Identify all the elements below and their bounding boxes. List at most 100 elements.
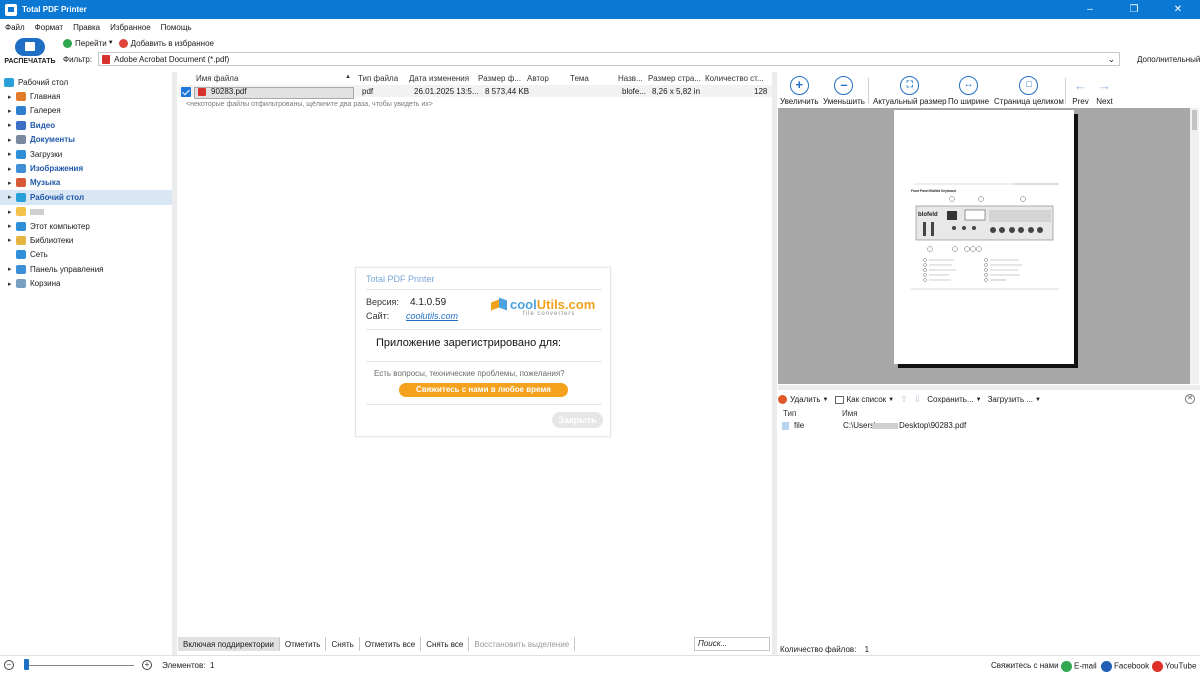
delete-button[interactable]: Удалить ▼ [778,395,829,404]
col-author[interactable]: Автор [527,74,549,83]
expand-caret-icon[interactable]: ▸ [8,107,12,115]
col-date[interactable]: Дата изменения [409,74,469,83]
menu-help[interactable]: Помощь [161,23,192,32]
expand-caret-icon[interactable]: ▸ [8,93,12,101]
about-title: Total PDF Printer [366,274,435,284]
close-dialog-button[interactable]: Закрыть [552,412,603,428]
tree-item[interactable]: ▸ Этот компьютер [0,219,172,233]
tree-item[interactable]: ▸ Музыка [0,176,172,190]
expand-caret-icon[interactable]: ▸ [8,136,12,144]
list-item[interactable]: file C:\Users\ Desktop\90283.pdf [778,420,1200,431]
expand-caret-icon[interactable]: ▸ [8,236,12,244]
fit-page-button[interactable]: □ Страница целиком [994,74,1064,106]
tree-item[interactable]: ▸ Галерея [0,104,172,118]
actual-size-button[interactable]: ⛶ Актуальный размер [873,74,947,106]
maximize-button[interactable]: ❐ [1112,0,1156,19]
view-as-list-button[interactable]: Как список ▼ [834,395,894,404]
expand-caret-icon[interactable]: ▸ [8,179,12,187]
goto-button[interactable]: Перейти ▼ [63,38,114,48]
filtered-note[interactable]: <некоторые файлы отфильтрованы, щёлкните… [186,101,433,108]
tree-item[interactable]: ▸ Документы [0,133,172,147]
fit-width-button[interactable]: ↔ По ширине [948,74,989,106]
tree-item[interactable]: ▸ Корзина [0,276,172,290]
tree-item[interactable]: ▸ Изображения [0,161,172,175]
facebook-link[interactable]: Facebook [1101,661,1149,672]
zoom-out-button[interactable]: – Уменьшить [823,74,865,106]
expand-caret-icon[interactable]: ▸ [8,121,12,129]
move-down-button[interactable]: ⇩ [914,394,922,405]
load-list-button[interactable]: Загрузить ... ▼ [988,395,1041,404]
splitter-left[interactable] [172,72,177,655]
save-list-button[interactable]: Сохранить... ▼ [927,395,981,404]
preview-scrollbar[interactable] [1190,108,1199,384]
youtube-link[interactable]: YouTube [1152,661,1196,672]
version-label: Версия: [366,297,399,307]
zoom-in-status-icon[interactable]: + [142,660,152,670]
menu-format[interactable]: Формат [35,23,63,32]
col-filetype[interactable]: Тип файла [358,74,398,83]
print-button[interactable]: РАСПЕЧАТАТЬ [3,38,57,68]
tree-item[interactable]: ▸ Видео [0,118,172,132]
toolbar-separator [1065,78,1066,104]
site-link[interactable]: coolutils.com [406,311,458,321]
splitter-right[interactable] [772,72,777,655]
expand-caret-icon[interactable]: ▸ [8,193,12,201]
contact-us-button[interactable]: Свяжитесь с нами в любое время [399,383,568,397]
search-input[interactable]: Поиск... [694,637,770,651]
table-row[interactable]: 90283.pdf pdf 26.01.2025 13:5... 8 573,4… [178,85,772,99]
expand-caret-icon[interactable]: ▸ [8,222,12,230]
col-type[interactable]: Тип [783,409,796,418]
tree-item[interactable]: Рабочий стол [0,75,172,89]
contact-us-link[interactable]: Свяжитесь с нами [991,661,1059,670]
col-title[interactable]: Назв... [618,74,643,83]
close-list-icon[interactable]: ✕ [1185,394,1195,404]
restore-selection-button[interactable]: Восстановить выделение [469,637,576,651]
menu-edit[interactable]: Правка [73,23,100,32]
prev-page-button[interactable]: ← Prev [1071,74,1090,106]
move-up-button[interactable]: ⇧ [900,394,908,405]
expand-caret-icon[interactable]: ▸ [8,280,12,288]
zoom-slider[interactable] [24,665,134,666]
expand-caret-icon[interactable]: ▸ [8,150,12,158]
scrollbar-thumb[interactable] [1192,110,1197,130]
menu-favorites[interactable]: Избранное [110,23,151,32]
additional-filter-link[interactable]: Дополнительный [1137,55,1200,64]
mark-button[interactable]: Отметить [280,637,327,651]
col-filename[interactable]: Имя файла [196,74,238,83]
tree-item[interactable]: ▸ [0,205,172,219]
view-as-list-label: Как список [846,395,887,404]
email-link[interactable]: E-mail [1061,661,1097,672]
tree-item[interactable]: ▸ Библиотеки [0,233,172,247]
tree-item[interactable]: ▸ Рабочий стол [0,190,172,205]
expand-caret-icon[interactable]: ▸ [8,265,12,273]
col-size[interactable]: Размер ф... [478,74,521,83]
zoom-slider-thumb[interactable] [24,659,29,670]
mark-all-button[interactable]: Отметить все [360,637,422,651]
row-checkbox[interactable] [181,87,191,97]
unmark-button[interactable]: Снять [326,637,360,651]
include-subdirs-button[interactable]: Включая поддиректории [178,637,280,651]
expand-caret-icon[interactable]: ▸ [8,208,12,216]
col-name[interactable]: Имя [842,409,858,418]
tree-item[interactable]: ▸ Загрузки [0,147,172,161]
next-page-button[interactable]: → Next [1095,74,1114,106]
save-list-label: Сохранить... [927,395,974,404]
minimize-button[interactable]: – [1068,0,1112,19]
expand-caret-icon[interactable]: ▸ [8,165,12,173]
close-window-button[interactable]: ✕ [1156,0,1200,19]
tree-item[interactable]: ▸ Главная [0,89,172,103]
menu-file[interactable]: Файл [5,23,25,32]
col-pages[interactable]: Количество ст... [705,74,764,83]
add-favorite-button[interactable]: Добавить в избранное [118,38,214,48]
zoom-out-status-icon[interactable]: – [4,660,14,670]
libraries-icon [16,235,26,245]
tree-item[interactable]: ▸ Панель управления [0,262,172,276]
unmark-all-button[interactable]: Снять все [421,637,470,651]
tree-item[interactable]: Сеть [0,248,172,262]
preview-area[interactable]: Front Panel Blofeld Keyboard blofeld [778,108,1199,384]
zoom-in-button[interactable]: + Увеличить [780,74,819,106]
col-subject[interactable]: Тема [570,74,589,83]
filter-dropdown[interactable]: Adobe Acrobat Document (*.pdf) ⌄ [98,52,1121,66]
splitter-horizontal[interactable] [778,385,1200,390]
col-pagesize[interactable]: Размер стра... [648,74,701,83]
